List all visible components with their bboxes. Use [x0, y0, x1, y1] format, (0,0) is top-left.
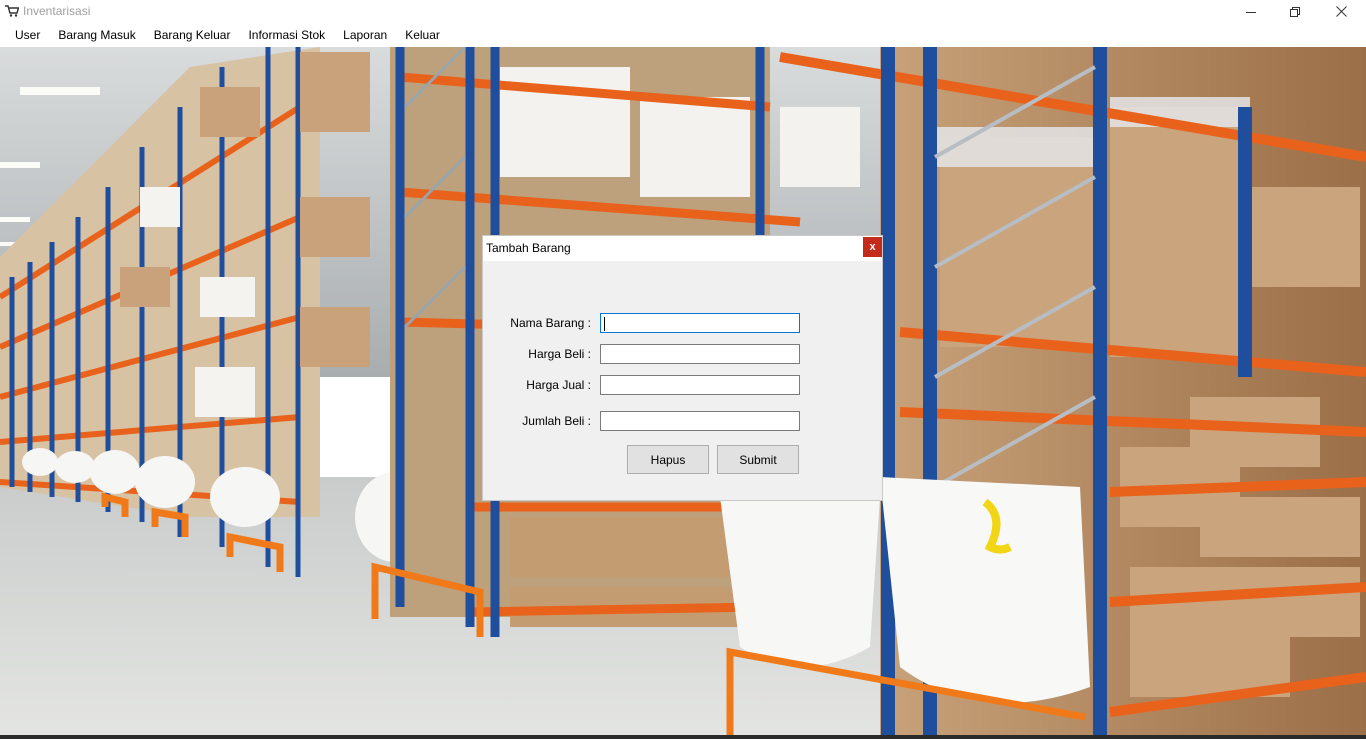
restore-button[interactable]: [1272, 0, 1318, 23]
window-close-button[interactable]: [1318, 0, 1364, 23]
hapus-button[interactable]: Hapus: [627, 445, 709, 474]
dialog-title: Tambah Barang: [486, 241, 571, 255]
tambah-barang-dialog: Tambah Barang x Nama Barang : Harga Beli…: [482, 235, 883, 501]
nama-barang-input[interactable]: [600, 313, 800, 333]
dialog-titlebar: Tambah Barang x: [483, 236, 882, 261]
minimize-button[interactable]: [1228, 0, 1274, 23]
menu-barang-masuk[interactable]: Barang Masuk: [49, 24, 144, 46]
harga-beli-label: Harga Beli :: [528, 347, 591, 361]
window-titlebar: Inventarisasi: [0, 0, 1366, 23]
cart-icon: [5, 5, 19, 17]
restore-icon: [1290, 6, 1300, 17]
dialog-close-button[interactable]: x: [863, 237, 882, 257]
menu-informasi-stok[interactable]: Informasi Stok: [239, 24, 334, 46]
menu-user[interactable]: User: [6, 24, 49, 46]
jumlah-beli-input[interactable]: [600, 411, 800, 431]
menu-barang-keluar[interactable]: Barang Keluar: [145, 24, 240, 46]
menu-bar: User Barang Masuk Barang Keluar Informas…: [0, 23, 1366, 47]
menu-keluar[interactable]: Keluar: [396, 24, 449, 46]
close-icon: [1335, 6, 1347, 17]
harga-jual-label: Harga Jual :: [526, 378, 591, 392]
window-title: Inventarisasi: [23, 4, 91, 18]
text-caret: [604, 317, 605, 331]
close-icon: x: [869, 240, 876, 253]
harga-beli-input[interactable]: [600, 344, 800, 364]
minimize-icon: [1246, 11, 1256, 13]
jumlah-beli-label: Jumlah Beli :: [522, 414, 591, 428]
nama-barang-label: Nama Barang :: [510, 316, 591, 330]
menu-laporan[interactable]: Laporan: [334, 24, 396, 46]
submit-button[interactable]: Submit: [717, 445, 799, 474]
harga-jual-input[interactable]: [600, 375, 800, 395]
